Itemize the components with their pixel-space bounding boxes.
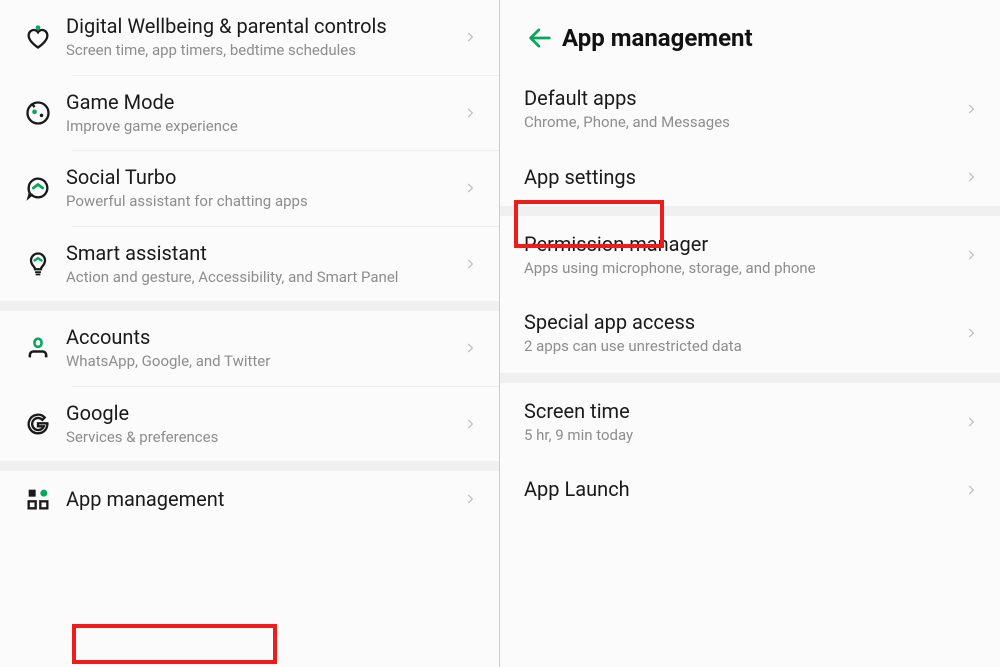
item-sub: Services & preferences [66,428,453,448]
item-sub: Chrome, Phone, and Messages [524,113,960,133]
item-sub: Action and gesture, Accessibility, and S… [66,268,453,288]
item-title: Google [66,401,453,426]
chevron-right-icon [459,492,481,506]
chevron-right-icon [960,248,982,262]
page-title: App management [562,24,753,52]
item-title: Special app access [524,310,960,335]
item-title: Digital Wellbeing & parental controls [66,14,453,39]
game-mode-icon [16,99,60,127]
settings-item-digital-wellbeing[interactable]: Digital Wellbeing & parental controls Sc… [0,0,499,75]
item-default-apps[interactable]: Default apps Chrome, Phone, and Messages [500,70,1000,149]
item-sub: 5 hr, 9 min today [524,426,960,446]
google-icon [16,410,60,438]
accounts-icon [16,334,60,362]
settings-item-google[interactable]: Google Services & preferences [0,387,499,462]
item-title: Screen time [524,399,960,424]
item-title: Default apps [524,86,960,111]
section-divider [500,206,1000,216]
item-permission-manager[interactable]: Permission manager Apps using microphone… [500,216,1000,295]
chevron-right-icon [960,326,982,340]
item-title: Permission manager [524,232,960,257]
settings-item-smart-assistant[interactable]: Smart assistant Action and gesture, Acce… [0,227,499,302]
item-sub: WhatsApp, Google, and Twitter [66,352,453,372]
chevron-right-icon [960,170,982,184]
settings-item-social-turbo[interactable]: Social Turbo Powerful assistant for chat… [0,151,499,226]
item-title: App Launch [524,477,960,502]
settings-item-app-management[interactable]: App management [0,471,499,517]
item-sub: 2 apps can use unrestricted data [524,337,960,357]
settings-item-accounts[interactable]: Accounts WhatsApp, Google, and Twitter [0,311,499,386]
item-sub: Apps using microphone, storage, and phon… [524,259,960,279]
app-management-pane: App management Default apps Chrome, Phon… [500,0,1000,667]
settings-pane: Digital Wellbeing & parental controls Sc… [0,0,500,667]
chevron-right-icon [960,415,982,429]
item-title: App management [66,487,453,512]
page-header: App management [500,0,1000,70]
item-app-launch[interactable]: App Launch [500,461,1000,518]
back-button[interactable] [518,24,562,52]
item-app-settings[interactable]: App settings [500,149,1000,206]
section-divider [0,461,499,471]
chevron-right-icon [459,106,481,120]
smart-assistant-icon [16,250,60,278]
item-sub: Powerful assistant for chatting apps [66,192,453,212]
chevron-right-icon [960,102,982,116]
chevron-right-icon [459,257,481,271]
section-divider [500,373,1000,383]
chevron-right-icon [960,483,982,497]
item-title: Smart assistant [66,241,453,266]
settings-item-game-mode[interactable]: Game Mode Improve game experience [0,76,499,151]
chevron-right-icon [459,181,481,195]
item-title: Game Mode [66,90,453,115]
chevron-right-icon [459,417,481,431]
item-title: Social Turbo [66,165,453,190]
chevron-right-icon [459,341,481,355]
item-sub: Improve game experience [66,117,453,137]
item-screen-time[interactable]: Screen time 5 hr, 9 min today [500,383,1000,462]
item-title: App settings [524,165,960,190]
highlight-app-management [72,624,277,664]
chevron-right-icon [459,30,481,44]
item-title: Accounts [66,325,453,350]
item-sub: Screen time, app timers, bedtime schedul… [66,41,453,61]
app-management-icon [16,485,60,513]
social-turbo-icon [16,174,60,202]
item-special-app-access[interactable]: Special app access 2 apps can use unrest… [500,294,1000,373]
wellbeing-icon [16,23,60,51]
section-divider [0,301,499,311]
